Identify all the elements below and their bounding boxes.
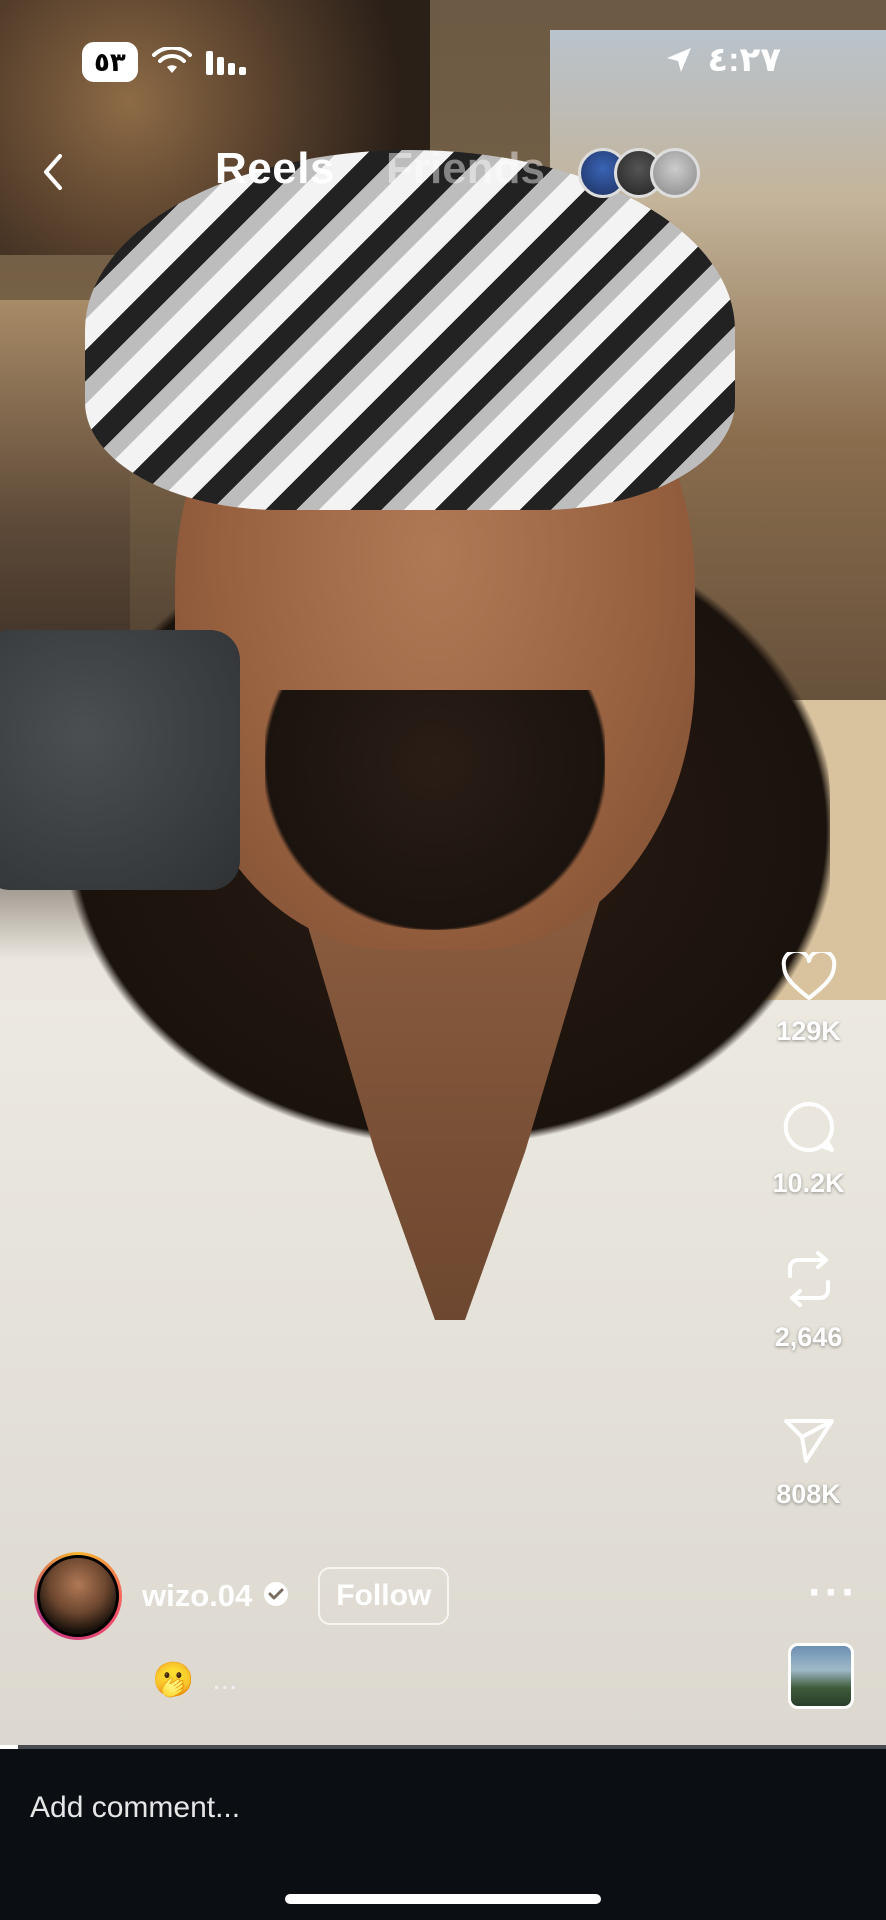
back-arrow-icon[interactable] — [34, 152, 74, 192]
location-arrow-icon — [663, 44, 695, 76]
follow-button[interactable]: Follow — [318, 1567, 450, 1625]
comment-input[interactable]: Add comment... — [30, 1791, 240, 1825]
like-button[interactable]: 129K — [751, 952, 866, 1047]
tab-reels[interactable]: Reels — [215, 144, 335, 194]
caption-emoji: 🫢 — [152, 1661, 195, 1699]
comment-icon — [783, 1101, 834, 1152]
status-bar: ٥٣ ٤:٢٧ — [0, 0, 886, 110]
comment-button[interactable]: 10.2K — [751, 1100, 866, 1199]
tab-friends[interactable]: Friends — [386, 144, 545, 194]
comment-count: 10.2K — [772, 1168, 845, 1198]
share-count: 808K — [776, 1479, 841, 1509]
video-subject-beard — [265, 690, 605, 930]
friend-avatars[interactable] — [578, 148, 700, 198]
clock: ٤:٢٧ — [707, 41, 781, 79]
wifi-icon — [151, 47, 192, 77]
more-icon[interactable]: ··· — [808, 1568, 858, 1618]
username[interactable]: wizo.04 — [142, 1578, 252, 1614]
repost-button[interactable]: 2,646 — [751, 1250, 866, 1353]
avatar-image — [37, 1555, 119, 1637]
like-count: 129K — [776, 1016, 841, 1046]
battery-indicator: ٥٣ — [82, 42, 138, 82]
avatar — [650, 148, 700, 198]
send-icon — [783, 1419, 834, 1463]
repost-icon — [787, 1251, 830, 1307]
author-row: wizo.04 Follow — [34, 1551, 450, 1641]
audio-thumbnail[interactable] — [788, 1643, 854, 1709]
microphone — [0, 630, 240, 890]
repost-count: 2,646 — [774, 1322, 843, 1352]
caption-more[interactable]: ... — [212, 1663, 237, 1697]
heart-icon — [781, 952, 836, 1000]
reels-header: Reels Friends — [0, 140, 886, 210]
caption[interactable]: 🫢 ... — [152, 1660, 237, 1700]
avatar[interactable] — [34, 1552, 122, 1640]
comment-bar: Add comment... — [0, 1749, 886, 1920]
verified-icon — [262, 1580, 290, 1613]
home-indicator — [285, 1894, 601, 1904]
signal-icon — [205, 47, 254, 77]
share-button[interactable]: 808K — [751, 1415, 866, 1510]
